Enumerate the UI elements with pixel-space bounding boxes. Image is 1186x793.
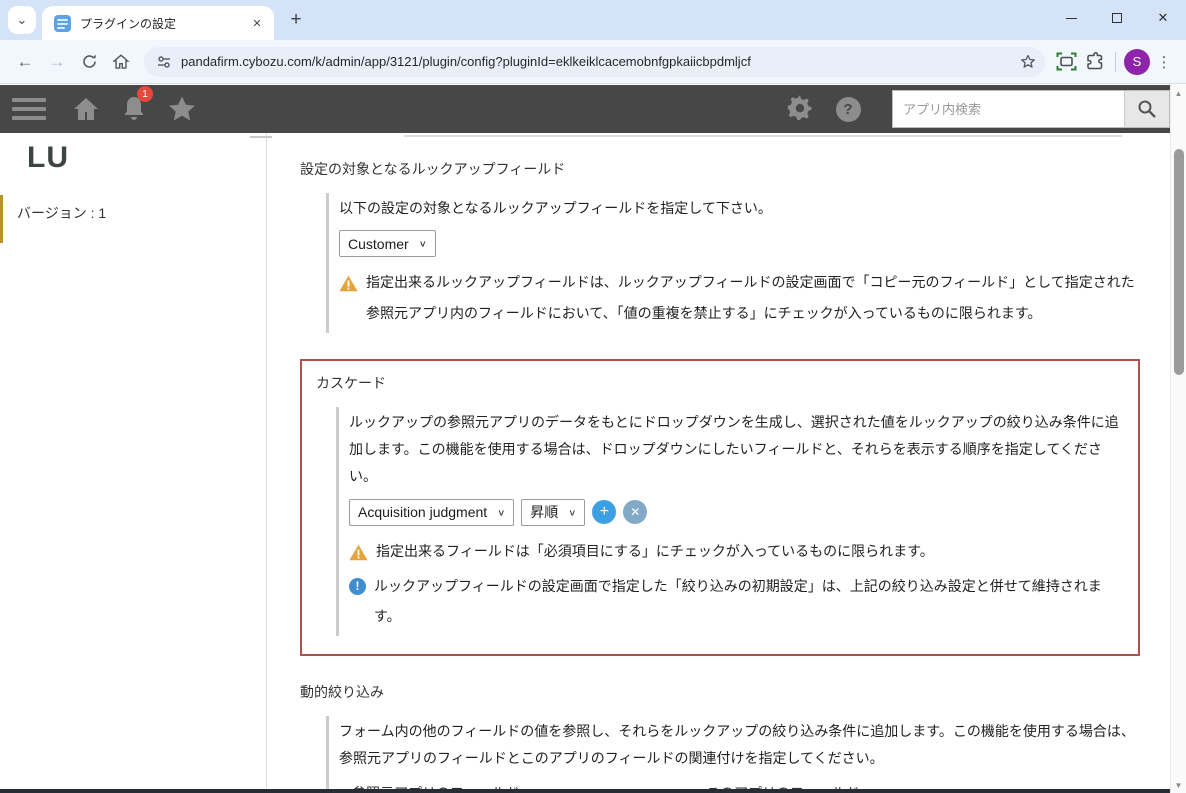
app-search-button[interactable] (1124, 90, 1170, 128)
browser-tab[interactable]: プラグインの設定 ✕ (42, 6, 274, 40)
home-icon (74, 98, 98, 120)
profile-avatar[interactable]: S (1124, 48, 1150, 75)
lookup-warning-text: 指定出来るルックアップフィールドは、ルックアップフィールドの設定画面で「コピー元… (366, 274, 1135, 322)
help-button[interactable]: ? (828, 92, 868, 126)
site-settings-icon[interactable] (156, 54, 172, 70)
cascade-section-title: カスケード (316, 374, 386, 391)
cascade-warning: 指定出来るフィールドは「必須項目にする」にチェックが入っているものに限られます。 (349, 536, 1128, 567)
lookup-warning: 指定出来るルックアップフィールドは、ルックアップフィールドの設定画面で「コピー元… (339, 267, 1138, 329)
hamburger-menu-button[interactable] (12, 98, 46, 120)
browser-window: ⌄ プラグインの設定 ✕ + ✕ ← → pandafirm.cybozu.co… (0, 0, 1186, 793)
close-icon: ✕ (1157, 10, 1169, 25)
dynamic-filter-section-title: 動的絞り込み (300, 684, 384, 701)
favorites-button[interactable] (162, 92, 202, 126)
avatar-letter: S (1132, 54, 1142, 69)
gear-icon (787, 95, 812, 121)
lookup-field-select[interactable]: Customer ∨ (339, 230, 436, 258)
tab-favicon-icon (54, 14, 71, 32)
tab-search-button[interactable]: ⌄ (8, 6, 36, 34)
notification-badge: 1 (137, 86, 153, 102)
cascade-section-body: ルックアップの参照元アプリのデータをもとにドロップダウンを生成し、選択された値を… (336, 406, 1128, 637)
cascade-field-select[interactable]: Acquisition judgment ∨ (349, 498, 515, 526)
scroll-remnant-line (250, 136, 272, 138)
next-section-edge (0, 789, 1170, 793)
back-button[interactable]: ← (10, 47, 40, 77)
plugin-version: バージョン : 1 (17, 205, 107, 221)
plugin-name: LU (27, 141, 69, 174)
cascade-description: ルックアップの参照元アプリのデータをもとにドロップダウンを生成し、選択された値を… (349, 413, 1119, 485)
tab-title: プラグインの設定 (80, 16, 177, 31)
lookup-section-title: 設定の対象となるルックアップフィールド (300, 161, 566, 177)
search-icon (1138, 100, 1156, 118)
app-header: 1 ? (0, 85, 1170, 133)
chevron-down-icon: ⌄ (16, 12, 28, 27)
lookup-section-body: 以下の設定の対象となるルックアップフィールドを指定して下さい。 Customer… (326, 193, 1138, 333)
cascade-order-select-value: 昇順 (530, 504, 559, 521)
toolbar-divider (1115, 51, 1116, 72)
url-text[interactable]: pandafirm.cybozu.com/k/admin/app/3121/pl… (181, 54, 1006, 69)
scrollbar-thumb[interactable] (1174, 149, 1184, 375)
chevron-down-icon: ∨ (418, 239, 427, 249)
app-search (892, 90, 1170, 128)
plugin-sidebar: LU バージョン : 1 (0, 133, 267, 793)
warning-icon (349, 544, 368, 560)
new-tab-button[interactable]: + (282, 6, 310, 34)
maximize-button[interactable] (1094, 0, 1140, 36)
question-icon: ? (835, 96, 861, 122)
home-button[interactable] (106, 47, 136, 77)
notifications-button[interactable]: 1 (114, 86, 154, 126)
chevron-down-icon: ∨ (497, 507, 506, 518)
vertical-scrollbar[interactable]: ▲ ▼ (1170, 85, 1186, 793)
minimize-icon (1065, 17, 1077, 19)
extensions-puzzle-icon (1086, 52, 1102, 70)
cascade-warning-text: 指定出来るフィールドは「必須項目にする」にチェックが入っているものに限られます。 (376, 542, 934, 559)
lookup-description: 以下の設定の対象となるルックアップフィールドを指定して下さい。 (339, 200, 772, 216)
cascade-remove-row-button[interactable]: ✕ (623, 500, 648, 525)
star-icon (169, 96, 195, 121)
cascade-info: ! ルックアップフィールドの設定画面で指定した「絞り込みの初期設定」は、上記の絞… (349, 571, 1128, 633)
browser-toolbar: ← → pandafirm.cybozu.com/k/admin/app/312… (0, 40, 1186, 84)
chevron-down-icon: ∨ (568, 507, 577, 518)
lookup-field-select-value: Customer (348, 235, 409, 252)
cross-icon: ✕ (630, 505, 641, 520)
bookmark-button[interactable] (1015, 49, 1041, 75)
plus-icon: + (599, 503, 609, 521)
forward-button[interactable]: → (42, 47, 72, 77)
reload-button[interactable] (74, 47, 104, 77)
info-icon: ! (349, 577, 366, 595)
app-search-input[interactable] (892, 90, 1124, 128)
tab-close-icon[interactable]: ✕ (248, 14, 266, 32)
screen-capture-button[interactable] (1053, 49, 1079, 75)
info-mark: ! (355, 578, 360, 593)
bookmark-star-icon (1021, 54, 1035, 68)
browser-menu-button[interactable]: ⋮ (1152, 48, 1176, 76)
page-body: LU バージョン : 1 設定の対象となるルックアップフィールド 以下の設定の対… (0, 133, 1170, 793)
cascade-info-text: ルックアップフィールドの設定画面で指定した「絞り込みの初期設定」は、上記の絞り込… (374, 577, 1102, 625)
reload-icon (82, 54, 96, 68)
maximize-icon (1112, 13, 1122, 23)
url-bar[interactable]: pandafirm.cybozu.com/k/admin/app/3121/pl… (144, 46, 1045, 77)
home-icon (112, 53, 130, 69)
close-button[interactable]: ✕ (1140, 0, 1186, 36)
cascade-section: カスケード ルックアップの参照元アプリのデータをもとにドロップダウンを生成し、選… (300, 358, 1140, 657)
extensions-button[interactable] (1081, 49, 1107, 75)
window-controls: ✕ (1048, 0, 1186, 36)
cascade-field-select-value: Acquisition judgment (358, 504, 488, 521)
scroll-up-icon[interactable]: ▲ (1171, 85, 1186, 101)
dynamic-filter-section-body: フォーム内の他のフィールドの値を参照し、それらをルックアップの絞り込み条件に追加… (326, 716, 1138, 793)
scroll-remnant-line (404, 135, 1122, 137)
plugin-config-main: 設定の対象となるルックアップフィールド 以下の設定の対象となるルックアップフィー… (250, 133, 1170, 793)
cascade-order-select[interactable]: 昇順 ∨ (521, 498, 586, 526)
dynamic-filter-description: フォーム内の他のフィールドの値を参照し、それらをルックアップの絞り込み条件に追加… (339, 723, 1135, 767)
tab-strip: ⌄ プラグインの設定 ✕ + ✕ (0, 0, 1186, 40)
minimize-button[interactable] (1048, 0, 1094, 36)
cascade-add-row-button[interactable]: + (592, 500, 617, 525)
screen-capture-icon (1056, 52, 1076, 71)
settings-button[interactable] (780, 92, 820, 126)
portal-home-button[interactable] (66, 92, 106, 126)
sidebar-accent-sliver (0, 195, 3, 243)
scroll-down-icon[interactable]: ▼ (1171, 777, 1186, 793)
warning-icon (339, 276, 358, 292)
